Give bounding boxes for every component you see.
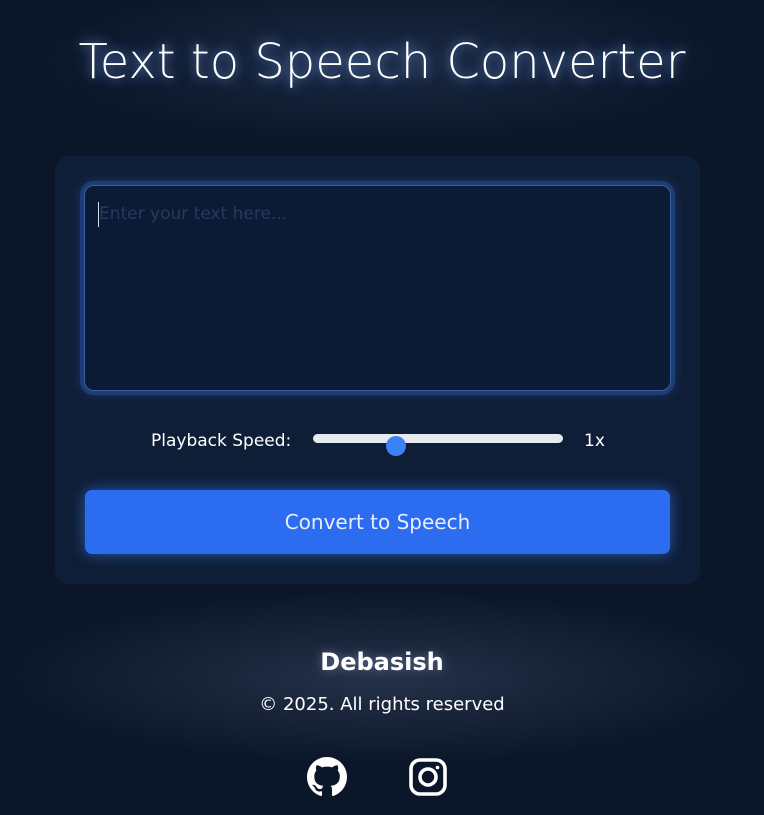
instagram-link[interactable] [408,757,448,797]
github-link[interactable] [307,757,347,797]
footer-glow [0,590,764,765]
instagram-icon [408,757,448,797]
converter-card: Playback Speed: 1x Convert to Speech [55,156,700,584]
playback-speed-slider[interactable] [313,434,563,456]
text-cursor [98,202,99,227]
author-name: Debasish [320,648,444,676]
playback-speed-label: Playback Speed: [151,431,292,451]
github-icon [307,757,347,797]
text-input[interactable] [84,185,671,391]
convert-to-speech-button[interactable]: Convert to Speech [85,490,670,554]
copyright-text: © 2025. All rights reserved [259,694,505,715]
text-input-frame [80,181,675,395]
page-title: Text to Speech Converter [78,34,686,90]
slider-thumb[interactable] [386,436,407,456]
playback-speed-value: 1x [584,431,605,451]
playback-speed-row: Playback Speed: 1x [55,426,700,456]
